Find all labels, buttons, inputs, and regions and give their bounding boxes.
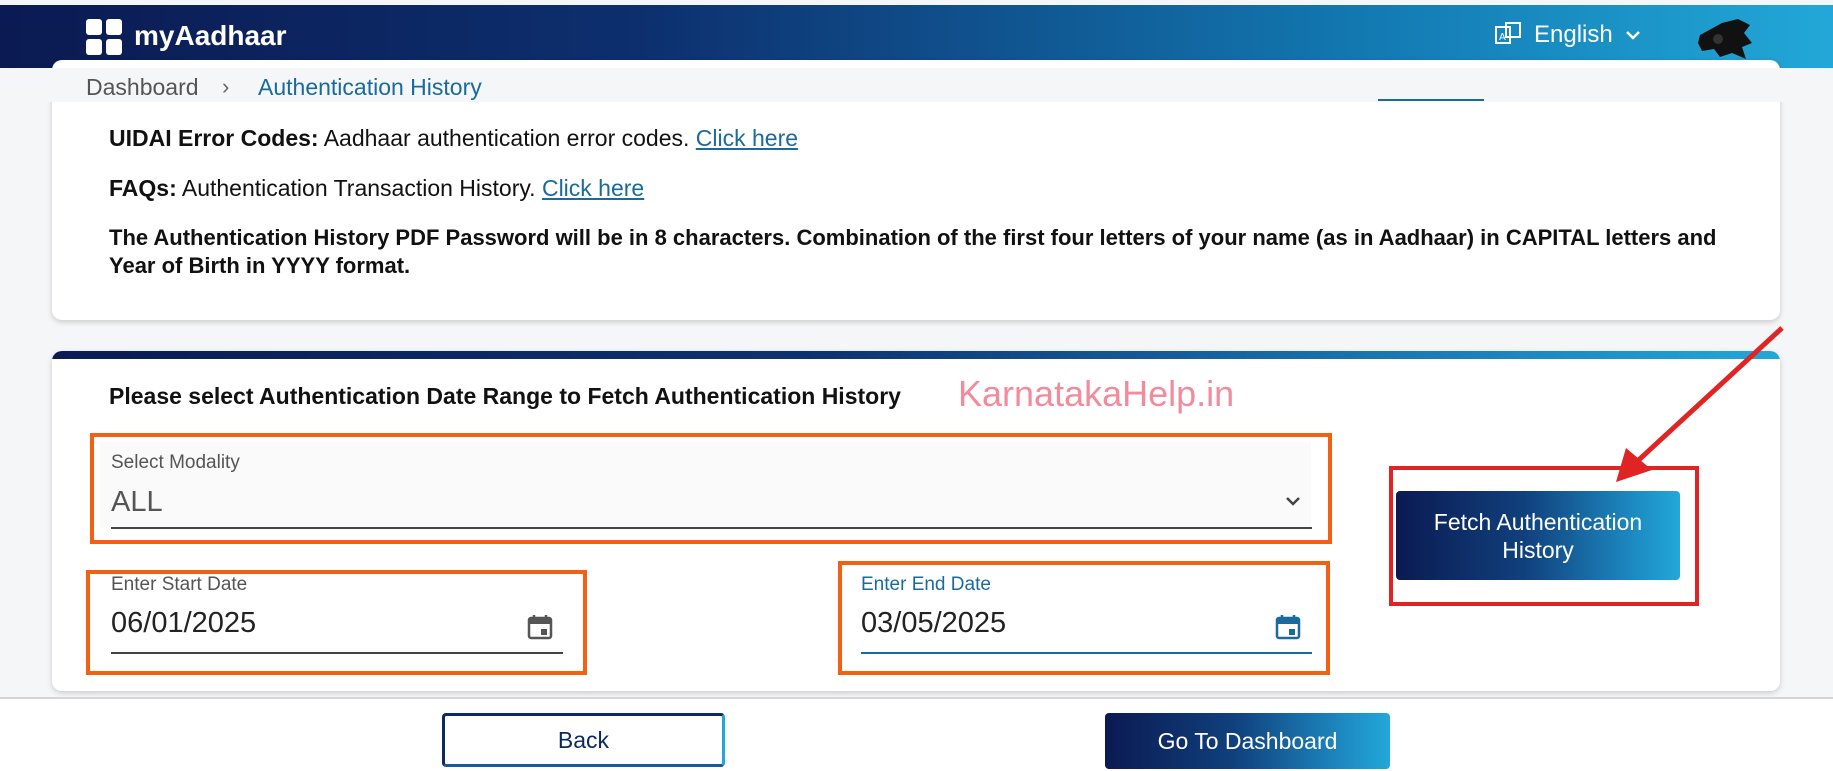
error-codes-line: UIDAI Error Codes: Aadhaar authenticatio… bbox=[109, 124, 798, 152]
error-codes-link[interactable]: Click here bbox=[696, 125, 798, 151]
breadcrumb-dashboard[interactable]: Dashboard bbox=[86, 73, 199, 101]
faqs-label: FAQs: bbox=[109, 175, 177, 201]
end-date-annotation-box bbox=[838, 561, 1330, 675]
chevron-down-icon bbox=[1625, 31, 1640, 40]
breadcrumb: Dashboard › Authentication History bbox=[0, 68, 1833, 102]
modality-annotation-box bbox=[90, 433, 1332, 544]
top-header: myAadhaar A English bbox=[0, 5, 1833, 68]
footer-bar bbox=[0, 697, 1833, 771]
start-date-annotation-box bbox=[86, 570, 587, 675]
breadcrumb-current: Authentication History bbox=[258, 74, 482, 100]
card-header-stripe bbox=[52, 351, 1780, 359]
partial-link-underline bbox=[1378, 99, 1484, 101]
annotation-arrow bbox=[1616, 326, 1784, 482]
error-codes-text: Aadhaar authentication error codes. bbox=[318, 125, 696, 151]
faqs-text: Authentication Transaction History. bbox=[176, 175, 542, 201]
go-to-dashboard-button[interactable]: Go To Dashboard bbox=[1105, 713, 1390, 769]
faqs-line: FAQs: Authentication Transaction History… bbox=[109, 174, 644, 202]
form-title: Please select Authentication Date Range … bbox=[109, 383, 901, 409]
language-label: English bbox=[1534, 21, 1613, 48]
watermark: KarnatakaHelp.in bbox=[958, 373, 1235, 414]
language-selector[interactable]: A English bbox=[1494, 21, 1641, 49]
brand-title[interactable]: myAadhaar bbox=[134, 17, 287, 55]
avatar[interactable] bbox=[1692, 13, 1756, 65]
breadcrumb-separator: › bbox=[222, 74, 230, 99]
error-codes-label: UIDAI Error Codes: bbox=[109, 125, 319, 151]
translate-icon: A bbox=[1495, 22, 1521, 44]
svg-text:A: A bbox=[1499, 32, 1506, 43]
password-note: The Authentication History PDF Password … bbox=[109, 225, 1717, 278]
faqs-link[interactable]: Click here bbox=[542, 175, 644, 201]
back-button[interactable]: Back bbox=[442, 713, 725, 767]
apps-grid-icon[interactable] bbox=[86, 19, 122, 55]
